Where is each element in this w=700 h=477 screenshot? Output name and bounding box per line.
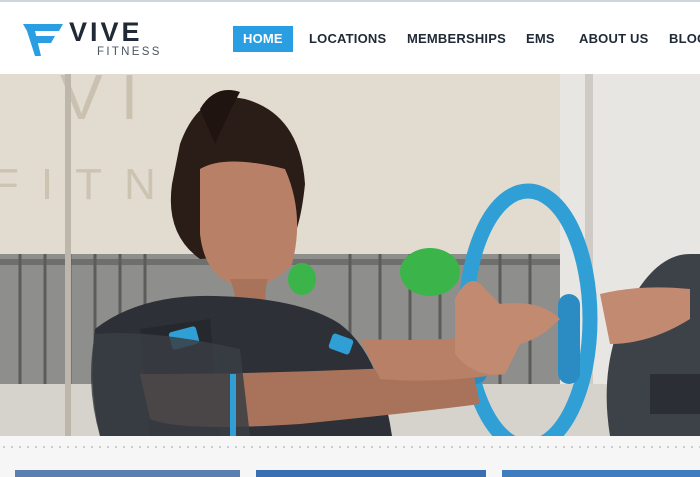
site-logo[interactable]: VIVE FITNESS — [23, 17, 159, 62]
nav-memberships[interactable]: MEMBERSHIPS — [407, 26, 506, 52]
hero-image: V I FITN — [0, 74, 700, 436]
site-header: VIVE FITNESS HOME LOCATIONS MEMBERSHIPS … — [0, 2, 700, 74]
brand-name: VIVE — [69, 17, 143, 47]
brand-tagline: FITNESS — [97, 46, 162, 58]
nav-locations[interactable]: LOCATIONS — [309, 26, 386, 52]
hero-banner: V I FITN — [0, 74, 700, 436]
dotted-divider — [0, 446, 700, 448]
main-nav: HOME LOCATIONS MEMBERSHIPS EMS ABOUT US … — [233, 26, 700, 52]
nav-blog[interactable]: BLOG — [669, 26, 700, 52]
below-fold-section — [0, 436, 700, 477]
wall-lettering-top: V I — [60, 74, 138, 133]
nav-ems[interactable]: EMS — [526, 26, 555, 52]
wall-lettering-bottom: FITN — [0, 160, 178, 209]
vive-f-logo-icon — [23, 24, 63, 56]
feature-card-1[interactable] — [15, 470, 240, 477]
nav-about-us[interactable]: ABOUT US — [579, 26, 649, 52]
nav-home[interactable]: HOME — [233, 26, 293, 52]
feature-card-3[interactable] — [502, 470, 700, 477]
feature-card-2[interactable] — [256, 470, 486, 477]
